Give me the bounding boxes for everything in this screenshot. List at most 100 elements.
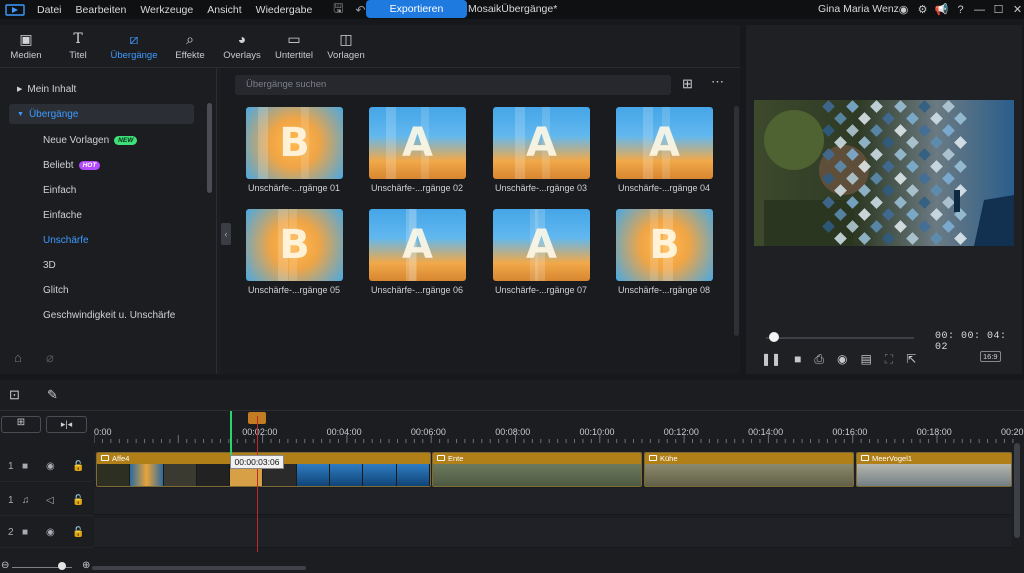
add-track-button[interactable]: ⊞ [1, 416, 41, 433]
add-tag-icon[interactable]: ⌂ [14, 350, 22, 365]
minimize-icon[interactable]: — [970, 4, 989, 16]
preview-progress-knob[interactable] [769, 332, 779, 342]
category-sidebar: ▶ Mein Inhalt ▼ Übergänge Neue Vorlagen NEW… [0, 68, 217, 374]
menu-ansicht[interactable]: Ansicht [200, 4, 248, 16]
stop-icon[interactable]: ■ [794, 352, 801, 366]
transition-thumb-5[interactable]: B [246, 209, 343, 281]
video-track-2[interactable] [94, 518, 1012, 548]
transition-label: Unschärfe-...rgänge 01 [247, 183, 341, 193]
collapse-sidebar-button[interactable]: ‹ [221, 223, 231, 245]
sidebar-item-3d[interactable]: 3D [43, 260, 56, 271]
search-input[interactable]: Übergänge suchen [235, 75, 671, 95]
audio-track-1[interactable] [94, 488, 1012, 515]
clip-ente[interactable]: Ente [432, 452, 642, 487]
timeline-horizontal-scrollbar[interactable] [92, 566, 306, 570]
zoom-knob[interactable] [58, 562, 66, 570]
transition-thumb-1[interactable]: B [246, 107, 343, 179]
pen-tool-icon[interactable]: ✎ [47, 387, 58, 403]
more-options-icon[interactable]: ⋯ [711, 74, 724, 90]
aspect-ratio-badge[interactable]: 16:9 [980, 351, 1001, 362]
transition-thumb-8[interactable]: B [616, 209, 713, 281]
effects-icon: ⌕ [186, 31, 194, 47]
thumb-letter: A [402, 120, 433, 166]
transition-label: Unschärfe-...rgänge 05 [247, 285, 341, 295]
app-logo-icon [0, 0, 30, 19]
ruler-tick-label: 00:10:00 [579, 427, 615, 437]
select-tool-icon[interactable]: ⊡ [9, 387, 20, 403]
zoom-out-icon[interactable]: ⊖ [1, 560, 9, 571]
transition-thumb-6[interactable]: A [369, 209, 466, 281]
tab-untertitel[interactable]: ▭ Untertitel [268, 25, 320, 67]
sidebar-item-uebergaenge[interactable]: ▼ Übergänge [9, 104, 194, 124]
menu-werkzeuge[interactable]: Werkzeuge [133, 4, 200, 16]
lock-icon[interactable]: 🔓 [72, 461, 84, 472]
pause-icon[interactable]: ❚❚ [761, 352, 781, 366]
preview-controls: ❚❚ ■ ⎙ ◉ ▤ ⛶ ⇱ [761, 350, 1011, 368]
user-name[interactable]: Gina Maria Wenz [818, 3, 899, 15]
zoom-in-icon[interactable]: ⊕ [82, 560, 90, 571]
help-icon[interactable]: ? [951, 4, 970, 16]
transition-label: Unschärfe-...rgänge 03 [494, 183, 588, 193]
tab-overlays[interactable]: ◕ Overlays [216, 25, 268, 67]
sidebar-item-unschaerfe[interactable]: Unschärfe [43, 235, 89, 246]
preview-progress-track[interactable] [766, 337, 914, 339]
popout-icon[interactable]: ⇱ [906, 352, 916, 366]
sidebar-scrollbar[interactable] [207, 103, 212, 193]
ruler-tick-label: 00:16:00 [832, 427, 868, 437]
transition-thumb-4[interactable]: A [616, 107, 713, 179]
volume-icon[interactable]: ◉ [837, 352, 847, 366]
maximize-icon[interactable]: ☐ [989, 3, 1008, 16]
sidebar-item-mein-inhalt[interactable]: ▶ Mein Inhalt [9, 79, 76, 99]
transition-label: Unschärfe-...rgänge 07 [494, 285, 588, 295]
snapshot-icon[interactable]: ⎙ [814, 352, 824, 367]
sidebar-item-neue-vorlagen[interactable]: Neue Vorlagen NEW [43, 135, 138, 146]
export-button[interactable]: Exportieren [366, 0, 467, 18]
track-header-video-2: 2 ■ ◉ 🔓 [0, 518, 93, 548]
ruler-tick-label: 00:06:00 [410, 427, 446, 437]
transition-label: Unschärfe-...rgänge 08 [617, 285, 711, 295]
sidebar-item-beliebt[interactable]: Beliebt HOT [43, 160, 101, 171]
undo-icon[interactable]: ↶ [356, 3, 366, 17]
visibility-icon[interactable]: ◉ [46, 461, 55, 472]
tab-titel[interactable]: T Titel [52, 25, 104, 67]
timeline-ruler[interactable]: 0:00 00:02:00 00:04:00 00:06:00 00:08:00 00:1… [94, 411, 1024, 443]
zoom-fit-icon[interactable]: ⛶ [885, 352, 893, 367]
video-preview [754, 100, 1014, 246]
expand-icon: ▶ [17, 86, 23, 93]
menu-wiedergabe[interactable]: Wiedergabe [249, 4, 320, 16]
import-icon[interactable]: ⊞ [682, 76, 693, 92]
grid-scrollbar[interactable] [734, 106, 739, 336]
menu-bearbeiten[interactable]: Bearbeiten [69, 4, 134, 16]
clip-meervogel1[interactable]: MeerVogel1 [856, 452, 1012, 487]
playhead[interactable] [257, 416, 258, 552]
transition-thumb-7[interactable]: A [493, 209, 590, 281]
visibility-icon[interactable]: ◉ [46, 527, 55, 538]
account-icon[interactable]: ◉ [894, 3, 913, 16]
sidebar-item-einfach[interactable]: Einfach [43, 185, 76, 196]
tab-uebergaenge[interactable]: ⧄ Übergänge [104, 25, 164, 67]
tab-vorlagen[interactable]: ◫ Vorlagen [320, 25, 372, 67]
notification-icon[interactable]: 📢 [932, 3, 951, 16]
settings-icon[interactable]: ⚙ [913, 3, 932, 16]
transition-thumb-3[interactable]: A [493, 107, 590, 179]
sidebar-item-geschwindigkeit[interactable]: Geschwindigkeit u. Unschärfe [43, 310, 175, 321]
ruler-tick-label: 00:04:00 [326, 427, 362, 437]
transition-thumb-2[interactable]: A [369, 107, 466, 179]
video-track-icon: ■ [22, 461, 29, 472]
mute-icon[interactable]: ◁ [46, 495, 54, 506]
split-button[interactable]: ▸|◂ [46, 416, 87, 433]
close-icon[interactable]: ✕ [1008, 3, 1024, 16]
subtitle-toggle-icon[interactable]: ▤ [860, 352, 871, 366]
thumb-letter: A [649, 120, 680, 166]
sidebar-item-einfache[interactable]: Einfache [43, 210, 82, 221]
tab-medien[interactable]: ▣ Medien [0, 25, 52, 67]
remove-tag-icon[interactable]: ⌀ [46, 350, 54, 366]
lock-icon[interactable]: 🔓 [72, 527, 84, 538]
lock-icon[interactable]: 🔓 [72, 495, 84, 506]
tab-effekte[interactable]: ⌕ Effekte [164, 25, 216, 67]
timeline-vertical-scrollbar[interactable] [1014, 443, 1020, 538]
sidebar-item-glitch[interactable]: Glitch [43, 285, 69, 296]
clip-kuehe[interactable]: Kühe [644, 452, 854, 487]
menu-datei[interactable]: Datei [30, 4, 69, 16]
save-icon[interactable]: 🖫 [333, 0, 343, 20]
